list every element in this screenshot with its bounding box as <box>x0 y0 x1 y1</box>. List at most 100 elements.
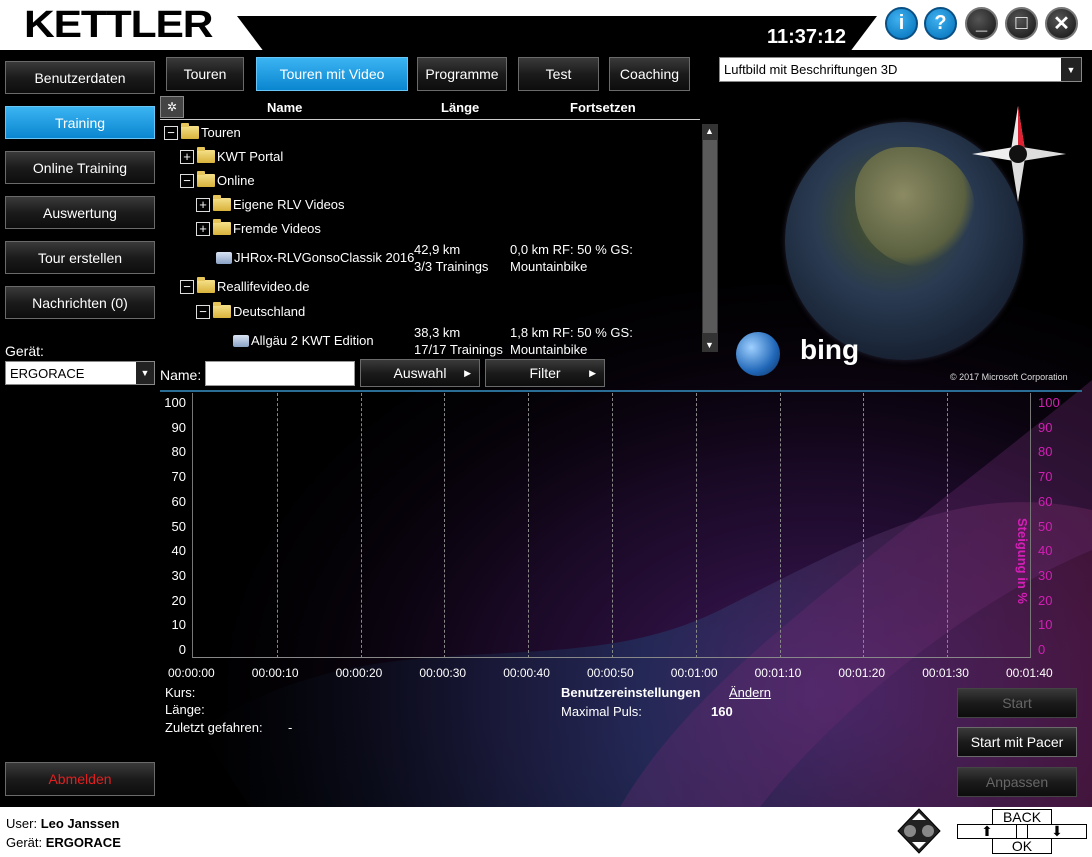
tab-touren[interactable]: Touren <box>166 57 244 91</box>
chevron-down-icon[interactable]: ▼ <box>136 362 154 384</box>
scroll-down-icon[interactable]: ▼ <box>705 340 714 350</box>
folder-icon <box>213 195 231 211</box>
tree-node-kwt-portal[interactable]: + KWT Portal <box>180 147 283 164</box>
collapse-icon[interactable]: − <box>196 304 210 319</box>
tree-node-touren[interactable]: − Touren <box>164 123 241 140</box>
start-pacer-button[interactable]: Start mit Pacer <box>957 727 1077 757</box>
info-button[interactable]: i <box>885 7 918 40</box>
tab-touren-mit-video[interactable]: Touren mit Video <box>256 57 408 91</box>
help-button[interactable]: ? <box>924 7 957 40</box>
expand-icon[interactable]: + <box>196 197 210 212</box>
tab-coaching[interactable]: Coaching <box>609 57 690 91</box>
name-label: Name: <box>160 367 202 383</box>
y-tick-right: 90 <box>1038 419 1053 435</box>
close-button[interactable]: ✕ <box>1045 7 1078 40</box>
y-tick-right: 0 <box>1038 642 1046 657</box>
collapse-icon[interactable]: − <box>164 125 178 140</box>
folder-icon <box>181 123 199 139</box>
anpassen-button[interactable]: Anpassen <box>957 767 1077 797</box>
maximize-button[interactable]: □ <box>1005 7 1038 40</box>
y-tick-left: 60 <box>171 493 186 509</box>
sidebar-item-benutzerdaten[interactable]: Benutzerdaten <box>5 61 155 94</box>
kurs-label: Kurs: <box>165 685 196 700</box>
grid-line <box>276 393 278 658</box>
grid-line <box>360 393 362 658</box>
change-link[interactable]: Ändern <box>729 685 771 700</box>
video-resume: 1,8 km RF: 50 % GS: Mountainbike <box>510 325 633 357</box>
back-key[interactable]: BACK <box>992 809 1052 825</box>
dpad-icon[interactable] <box>896 807 942 855</box>
tab-test[interactable]: Test <box>518 57 599 91</box>
folder-icon <box>213 219 231 235</box>
y-tick-right: 70 <box>1038 469 1053 485</box>
tree-node-online[interactable]: − Online <box>180 171 255 188</box>
tab-programme[interactable]: Programme <box>417 57 507 91</box>
zuletzt-label: Zuletzt gefahren: <box>165 720 263 735</box>
name-input[interactable] <box>205 361 355 386</box>
title-bar: KETTLER 11:37:12 i ? _ □ ✕ <box>0 0 1092 50</box>
y-tick-left: 100 <box>164 395 186 410</box>
scrollbar-thumb[interactable] <box>703 140 717 333</box>
folder-icon <box>197 147 215 163</box>
minimize-button[interactable]: _ <box>965 7 998 40</box>
y-tick-right: 100 <box>1038 395 1060 410</box>
sidebar-item-online-training[interactable]: Online Training <box>5 151 155 184</box>
scroll-up-icon[interactable]: ▲ <box>705 126 714 136</box>
sidebar-item-training[interactable]: Training <box>5 106 155 139</box>
grid-line <box>444 393 446 658</box>
map-view-select[interactable]: Luftbild mit Beschriftungen 3D ▼ <box>719 57 1082 82</box>
expand-icon[interactable]: + <box>196 221 210 236</box>
chevron-down-icon[interactable]: ▼ <box>1061 58 1081 81</box>
settings-title: Benutzereinstellungen <box>561 685 701 700</box>
column-resume[interactable]: Fortsetzen <box>570 100 636 115</box>
tree-video-item[interactable]: Allgäu 2 KWT Edition <box>233 333 374 348</box>
grid-line <box>528 393 530 658</box>
grid-line <box>947 393 949 658</box>
video-icon <box>233 334 249 347</box>
ok-key[interactable]: OK <box>992 838 1052 854</box>
tree-scrollbar[interactable]: ▲ ▼ <box>702 124 718 352</box>
device-select[interactable]: ERGORACE ▼ <box>5 361 155 385</box>
expand-icon[interactable]: + <box>180 149 194 164</box>
max-puls-label: Maximal Puls: <box>561 704 642 719</box>
y-tick-right: 40 <box>1038 543 1053 559</box>
collapse-icon[interactable]: − <box>180 173 194 188</box>
tree-node-eigene-rlv-videos[interactable]: + Eigene RLV Videos <box>196 195 345 212</box>
x-tick: 00:01:30 <box>922 666 969 680</box>
x-tick: 00:00:50 <box>587 666 634 680</box>
kettler-logo: KETTLER <box>24 4 214 46</box>
grid-line <box>612 393 613 658</box>
globe-icon[interactable] <box>736 332 780 376</box>
logout-button[interactable]: Abmelden <box>5 762 155 796</box>
tree-video-item[interactable]: JHRox-RLVGonsoClassik 2016 <box>216 250 414 265</box>
sidebar-item-auswertung[interactable]: Auswertung <box>5 196 155 229</box>
folder-icon <box>197 277 215 293</box>
y-tick-right: 60 <box>1038 493 1053 509</box>
y-tick-left: 10 <box>171 617 186 633</box>
x-tick: 00:00:20 <box>335 666 383 680</box>
tree-node-deutschland[interactable]: − Deutschland <box>196 302 305 319</box>
folder-icon <box>213 302 231 318</box>
up-key[interactable]: ⬆ <box>957 823 1017 839</box>
x-tick: 00:01:20 <box>838 666 886 680</box>
collapse-icon[interactable]: − <box>180 279 194 294</box>
clock: 11:37:12 <box>767 26 846 48</box>
y-tick-left: 0 <box>178 642 186 657</box>
compass-icon[interactable] <box>970 102 1070 206</box>
tree-node-reallifevideo[interactable]: − Reallifevideo.de <box>180 277 310 294</box>
start-button[interactable]: Start <box>957 688 1077 718</box>
y-tick-right: 20 <box>1038 592 1053 608</box>
device-label: Gerät: <box>5 343 44 359</box>
column-name[interactable]: Name <box>267 100 302 115</box>
y-tick-right: 50 <box>1038 518 1053 534</box>
sidebar-item-tour-erstellen[interactable]: Tour erstellen <box>5 241 155 274</box>
device-name: ERGORACE <box>45 835 121 850</box>
column-length[interactable]: Länge <box>441 100 479 115</box>
x-tick: 00:01:00 <box>670 666 718 680</box>
down-key[interactable]: ⬇ <box>1027 823 1087 839</box>
grid-line <box>695 393 697 658</box>
auswahl-button[interactable]: Auswahl ▶ <box>360 359 480 387</box>
sidebar-item-nachrichten[interactable]: Nachrichten (0) <box>5 286 155 319</box>
tree-node-fremde-videos[interactable]: + Fremde Videos <box>196 219 321 236</box>
filter-button[interactable]: Filter ▶ <box>485 359 605 387</box>
